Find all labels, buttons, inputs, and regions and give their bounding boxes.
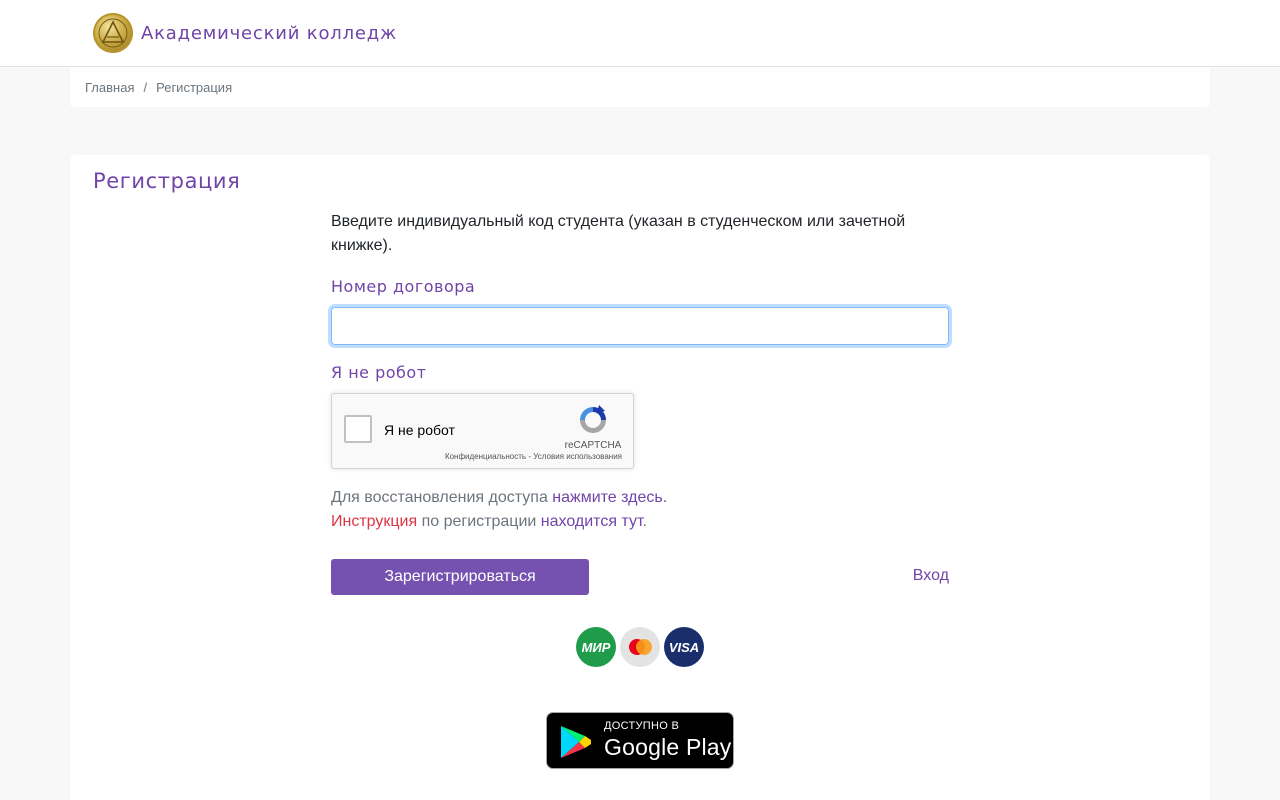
- mir-card-icon: МИР: [576, 627, 616, 667]
- google-play-icon: [561, 726, 591, 758]
- login-link[interactable]: Вход: [913, 567, 949, 585]
- breadcrumb-separator: /: [143, 79, 148, 95]
- recaptcha-checkbox[interactable]: [344, 415, 372, 443]
- top-navbar: Академический колледж: [0, 0, 1280, 67]
- breadcrumb: Главная / Регистрация: [70, 67, 1210, 107]
- college-logo-icon: [93, 13, 133, 53]
- recovery-text: Для восстановления доступа: [331, 489, 553, 506]
- google-play-caption: ДОСТУПНО В: [604, 720, 680, 732]
- page-title: Регистрация: [93, 169, 241, 193]
- brand-link[interactable]: Академический колледж: [93, 13, 397, 53]
- captcha-label: Я не робот: [331, 363, 427, 382]
- instruction-line: Инструкция по регистрации находится тут.: [331, 510, 949, 534]
- recaptcha-terms-link[interactable]: Условия использования: [533, 452, 622, 461]
- help-text: Для восстановления доступа нажмите здесь…: [331, 486, 949, 534]
- registration-card: Регистрация Введите индивидуальный код с…: [70, 155, 1210, 800]
- payment-methods: МИР VISA: [576, 627, 704, 667]
- instruction-tail: .: [642, 513, 647, 530]
- recaptcha-checkbox-label: Я не робот: [384, 422, 455, 438]
- instruction-link[interactable]: Инструкция: [331, 513, 417, 530]
- instruction-here-link[interactable]: находится тут: [541, 513, 643, 530]
- visa-card-icon: VISA: [664, 627, 704, 667]
- mastercard-icon: [620, 627, 660, 667]
- recovery-line: Для восстановления доступа нажмите здесь…: [331, 486, 949, 510]
- google-play-title: Google Play: [604, 734, 732, 760]
- registration-form: Введите индивидуальный код студента (ука…: [331, 210, 949, 595]
- breadcrumb-current: Регистрация: [156, 79, 233, 95]
- google-play-badge[interactable]: ДОСТУПНО В Google Play: [546, 712, 734, 769]
- brand-name: Академический колледж: [141, 22, 398, 44]
- breadcrumb-home[interactable]: Главная: [85, 80, 134, 95]
- recaptcha-links: Конфиденциальность - Условия использован…: [445, 452, 622, 461]
- recaptcha-icon: [580, 405, 606, 433]
- contract-input-wrapper: [331, 307, 949, 345]
- recovery-link[interactable]: нажмите здесь.: [552, 489, 667, 506]
- contract-number-input[interactable]: [331, 307, 949, 345]
- recaptcha-privacy-link[interactable]: Конфиденциальность: [445, 452, 526, 461]
- recaptcha-widget: Я не робот reCAPTCHA Конфиденциальность …: [331, 393, 634, 469]
- register-button[interactable]: Зарегистрироваться: [331, 559, 589, 595]
- contract-number-label: Номер договора: [331, 277, 476, 296]
- intro-text: Введите индивидуальный код студента (ука…: [331, 213, 906, 254]
- instruction-middle-text: по регистрации: [417, 513, 541, 530]
- recaptcha-brand: reCAPTCHA: [564, 440, 622, 451]
